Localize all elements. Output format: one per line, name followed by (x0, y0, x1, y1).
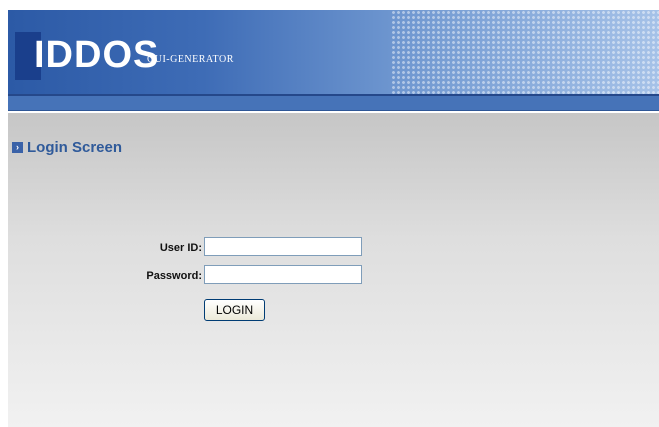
password-label: Password: (146, 270, 202, 282)
logo-subtitle: GUI-GENERATOR (147, 54, 234, 65)
nav-bar (8, 96, 659, 111)
chevron-right-icon: › (12, 141, 23, 153)
page-title: Login Screen (27, 138, 123, 156)
user-id-label: User ID: (159, 242, 202, 254)
password-input[interactable] (204, 265, 362, 284)
app-frame: IDDOS GUI-GENERATOR › Login Screen User … (8, 10, 659, 427)
header-banner: IDDOS GUI-GENERATOR (8, 10, 659, 96)
logo-text: IDDOS (34, 34, 160, 76)
page-title-row: › Login Screen (12, 138, 122, 156)
login-button[interactable]: LOGIN (204, 299, 265, 321)
user-id-input[interactable] (204, 237, 362, 256)
world-map-dots-decoration (391, 10, 659, 96)
main-content: › Login Screen User ID: Password: LOGIN (8, 113, 659, 427)
